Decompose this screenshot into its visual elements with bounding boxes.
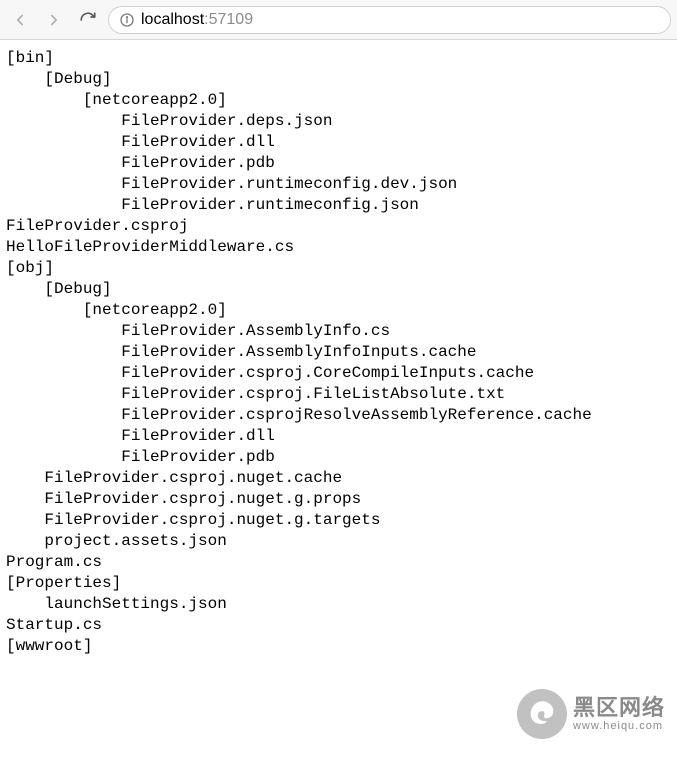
watermark-logo-icon	[517, 689, 567, 739]
page-content: [bin] [Debug] [netcoreapp2.0] FileProvid…	[0, 40, 677, 665]
forward-button[interactable]	[40, 6, 68, 34]
url-host: localhost	[141, 11, 204, 29]
watermark: 黑区网络 www.heiqu.com	[517, 689, 665, 739]
back-button[interactable]	[6, 6, 34, 34]
browser-toolbar: localhost:57109	[0, 0, 677, 40]
url-port: :57109	[204, 11, 253, 29]
site-info-icon[interactable]	[119, 12, 135, 28]
watermark-title: 黑区网络	[573, 697, 665, 719]
watermark-text: 黑区网络 www.heiqu.com	[573, 697, 665, 732]
reload-button[interactable]	[74, 6, 102, 34]
watermark-url: www.heiqu.com	[573, 721, 665, 732]
address-bar[interactable]: localhost:57109	[108, 6, 671, 34]
